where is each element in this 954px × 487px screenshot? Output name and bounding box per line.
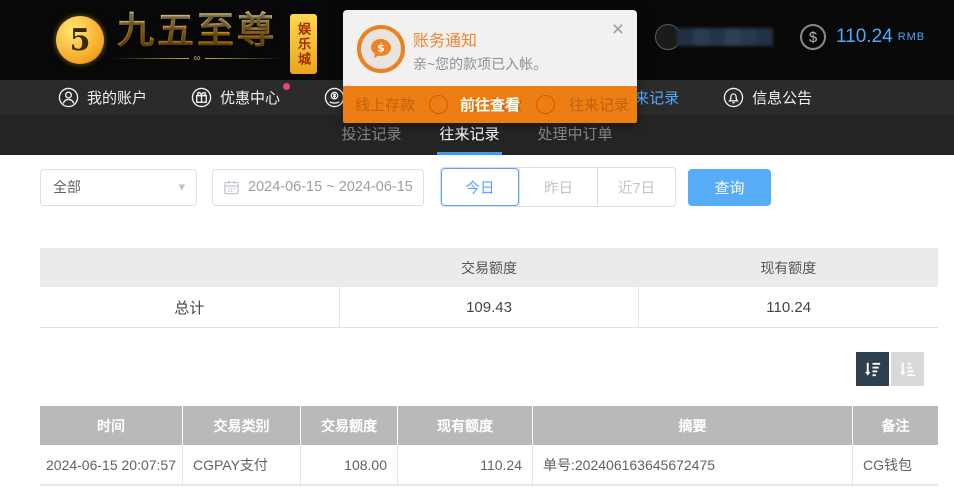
nav-item-announcements[interactable]: 信息公告 (723, 87, 812, 108)
username-redacted[interactable] (655, 24, 771, 50)
notification-message: 亲~您的款项已入帐。 (413, 54, 547, 74)
money-message-icon: $ (357, 25, 405, 73)
balance-amount: 110.24 (836, 26, 893, 48)
go-view-button[interactable]: 前往查看 (460, 94, 520, 115)
notification-body: $ 账务通知 亲~您的款项已入帐。 × (343, 10, 637, 86)
summary-header-row: 交易额度 现有额度 (40, 248, 938, 287)
cell-summary: 单号:202406163645672475 (532, 445, 852, 484)
cell-remark: CG钱包 (852, 445, 938, 484)
svg-text:$: $ (377, 42, 385, 55)
ghost-circle-icon (536, 95, 555, 114)
type-select-value: 全部 (53, 177, 81, 197)
ghost-nav-label: 线上存款 (355, 94, 415, 115)
nav-label: 我的账户 (87, 87, 147, 108)
username-blur-blocks (677, 28, 773, 46)
notification-popup: $ 账务通知 亲~您的款项已入帐。 × 线上存款 线上取款 往来记录 前往查看 (343, 10, 637, 123)
sort-ascending-button[interactable] (891, 352, 924, 386)
quick-btn-yesterday[interactable]: 昨日 (519, 168, 597, 206)
cell-transaction-amount: 108.00 (300, 445, 397, 484)
sort-controls (856, 352, 924, 386)
nav-item-promotions[interactable]: 优惠中心 (191, 87, 280, 108)
table-row: 2024-06-15 20:07:57 CGPAY支付 108.00 110.2… (40, 445, 938, 485)
summary-current-amount: 110.24 (638, 287, 938, 327)
deposit-icon (324, 87, 345, 108)
sort-descending-button[interactable] (856, 352, 889, 386)
notification-dot (283, 83, 290, 90)
col-header-transaction-amount: 交易额度 (300, 406, 397, 445)
summary-total-row: 总计 109.43 110.24 (40, 287, 938, 327)
notification-title: 账务通知 (413, 27, 477, 51)
cell-time: 2024-06-15 20:07:57 (40, 445, 182, 484)
summary-transaction-amount: 109.43 (339, 287, 639, 327)
brand-flourish-icon: ∞ (112, 52, 282, 64)
nav-label: 信息公告 (752, 87, 812, 108)
brand-badge: 娱乐城 (290, 14, 317, 74)
ghost-nav-label: 往来记录 (569, 94, 629, 115)
summary-header-empty (40, 248, 339, 287)
summary-total-label: 总计 (40, 287, 339, 327)
cell-type: CGPAY支付 (182, 445, 300, 484)
cell-current-amount: 110.24 (397, 445, 532, 484)
notification-action-bar[interactable]: 线上存款 线上取款 往来记录 前往查看 (343, 86, 637, 123)
col-header-time: 时间 (40, 406, 182, 445)
filter-bar: 全部 ▾ 2024-06-15 ~ 2024-06-15 今日 昨日 近7日 查… (40, 167, 771, 207)
date-range-value: 2024-06-15 ~ 2024-06-15 (248, 179, 413, 195)
brand-title: 九五至尊 (117, 10, 277, 52)
nav-label: 优惠中心 (220, 87, 280, 108)
nav-item-my-account[interactable]: 我的账户 (58, 87, 147, 108)
balance-display[interactable]: $ 110.24 RMB (800, 24, 925, 50)
summary-table: 交易额度 现有额度 总计 109.43 110.24 (40, 248, 938, 328)
close-icon[interactable]: × (612, 19, 624, 40)
gift-icon (191, 87, 212, 108)
quick-btn-today[interactable]: 今日 (441, 168, 519, 206)
brand-coin-icon: 5 (56, 16, 104, 64)
brand-logo[interactable]: 5 九五至尊 ∞ 娱乐城 (56, 10, 317, 74)
chevron-down-icon: ▾ (178, 179, 185, 195)
col-header-summary: 摘要 (532, 406, 852, 445)
col-header-type: 交易类别 (182, 406, 300, 445)
col-header-remark: 备注 (852, 406, 938, 445)
user-icon (58, 87, 79, 108)
summary-header-current-amount: 现有额度 (639, 248, 938, 287)
summary-header-transaction-amount: 交易额度 (339, 248, 638, 287)
dollar-icon: $ (800, 24, 826, 50)
records-table: 时间 交易类别 交易额度 现有额度 摘要 备注 2024-06-15 20:07… (40, 406, 938, 487)
balance-currency: RMB (898, 31, 925, 43)
page: 5 九五至尊 ∞ 娱乐城 $ 110.24 RMB 我的账户 (0, 0, 954, 487)
search-button[interactable]: 查询 (688, 169, 771, 206)
calendar-icon (223, 179, 240, 196)
quick-btn-last7days[interactable]: 近7日 (597, 168, 675, 206)
type-select[interactable]: 全部 ▾ (40, 169, 197, 206)
quick-date-group: 今日 昨日 近7日 (440, 167, 676, 207)
bell-icon (723, 87, 744, 108)
col-header-current-amount: 现有额度 (397, 406, 532, 445)
ghost-circle-icon (429, 95, 448, 114)
records-header-row: 时间 交易类别 交易额度 现有额度 摘要 备注 (40, 406, 938, 445)
date-range-picker[interactable]: 2024-06-15 ~ 2024-06-15 (212, 169, 424, 206)
